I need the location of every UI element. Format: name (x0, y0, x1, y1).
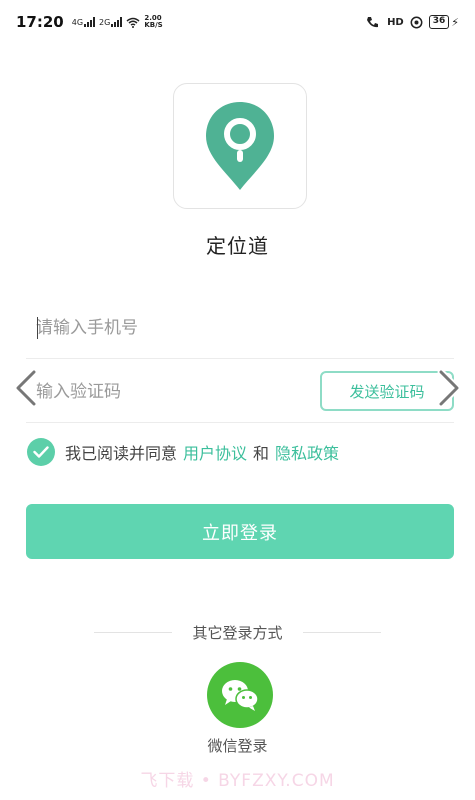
agreement-text: 我已阅读并同意 用户协议 和 隐私政策 (65, 440, 339, 464)
wechat-login-label: 微信登录 (207, 737, 268, 755)
status-right: HD 36 ⚡ (365, 15, 459, 29)
signal-4g-icon: 4G (71, 17, 96, 27)
battery-level: 36 (428, 15, 450, 29)
battery-icon: 36 ⚡ (428, 15, 459, 29)
location-pin-icon (206, 102, 274, 190)
watermark: 飞下载 • BYFZXY.COM (140, 771, 335, 791)
agreement-row: 我已阅读并同意 用户协议 和 隐私政策 (27, 436, 339, 468)
other-login-header: 其它登录方式 (0, 622, 475, 643)
hd-call-icon (367, 17, 379, 28)
chevron-left-icon[interactable] (12, 368, 42, 408)
agreement-checkbox[interactable] (27, 438, 55, 466)
signal-2g-label: 2G (99, 18, 111, 27)
signal-4g-label: 4G (71, 18, 84, 27)
phone-input[interactable] (26, 317, 306, 338)
wechat-login-button[interactable] (207, 662, 273, 728)
verification-code-input[interactable] (26, 381, 306, 402)
code-field-row: 发送验证码 (26, 361, 454, 423)
app-name: 定位道 (206, 234, 269, 258)
wifi-icon (126, 17, 140, 28)
signal-2g-icon: 2G (99, 17, 123, 27)
status-bar: 17:20 4G 2G 2.00 KB/S HD 36 ⚡ (0, 0, 475, 44)
divider-left (94, 632, 173, 633)
divider-right (302, 632, 381, 633)
check-icon (33, 446, 49, 458)
status-time: 17:20 (16, 13, 64, 31)
net-speed: 2.00 KB/S (144, 15, 162, 29)
charging-icon: ⚡ (451, 15, 459, 29)
agreement-prefix: 我已阅读并同意 (65, 444, 178, 463)
phone-field-row (26, 297, 454, 359)
hd-label: HD (387, 16, 404, 28)
alarm-icon (410, 16, 423, 28)
text-caret (37, 317, 38, 339)
app-logo (173, 83, 307, 209)
user-agreement-link[interactable]: 用户协议 (183, 440, 247, 464)
agreement-conjunction: 和 (253, 444, 270, 463)
status-left: 17:20 4G 2G 2.00 KB/S (16, 13, 163, 31)
net-speed-unit: KB/S (144, 21, 163, 29)
privacy-policy-link[interactable]: 隐私政策 (275, 440, 339, 464)
login-button[interactable]: 立即登录 (26, 504, 454, 559)
other-login-title: 其它登录方式 (192, 624, 283, 642)
chevron-right-icon[interactable] (433, 368, 463, 408)
wechat-icon (222, 680, 259, 711)
